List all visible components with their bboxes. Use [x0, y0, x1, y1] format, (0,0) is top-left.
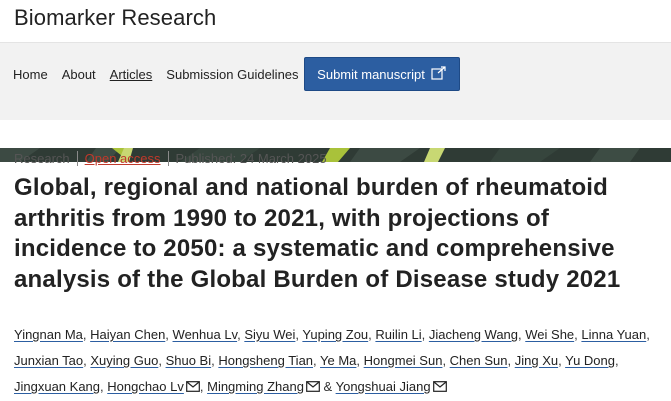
submit-manuscript-label: Submit manuscript	[317, 66, 425, 82]
author-link[interactable]: Wei She	[525, 327, 574, 342]
author-link[interactable]: Mingming Zhang	[207, 379, 304, 394]
author-link[interactable]: Jing Xu	[515, 353, 558, 368]
author-link[interactable]: Jiacheng Wang	[429, 327, 518, 342]
nav-submission-guidelines-link[interactable]: Submission Guidelines	[166, 67, 298, 82]
published-date: Published: 24 March 2025	[175, 151, 327, 166]
email-icon[interactable]	[185, 375, 200, 401]
author-link[interactable]: Yu Dong	[565, 353, 615, 368]
nav-links: Home About Articles Submission Guideline…	[13, 67, 299, 82]
journal-title[interactable]: Biomarker Research	[14, 5, 216, 31]
article-title: Global, regional and national burden of …	[14, 174, 621, 293]
nav-bar: Home About Articles Submission Guideline…	[0, 42, 671, 162]
author-link[interactable]: Hongsheng Tian	[218, 353, 313, 368]
author-link[interactable]: Yuping Zou	[302, 327, 368, 342]
open-access-link[interactable]: Open access	[85, 151, 161, 166]
author-link[interactable]: Linna Yuan	[581, 327, 646, 342]
meta-divider	[167, 151, 169, 166]
author-link[interactable]: Yongshuai Jiang	[336, 379, 431, 394]
email-icon[interactable]	[306, 375, 320, 401]
nav-about-link[interactable]: About	[62, 67, 96, 82]
email-icon[interactable]	[432, 375, 447, 401]
author-link[interactable]: Hongchao Lv	[107, 379, 184, 394]
author-link[interactable]: Ye Ma	[320, 353, 356, 368]
author-link[interactable]: Junxian Tao	[14, 353, 83, 368]
nav-home-link[interactable]: Home	[13, 67, 48, 82]
submit-manuscript-button[interactable]: Submit manuscript	[304, 57, 460, 91]
author-link[interactable]: Jingxuan Kang	[14, 379, 100, 394]
meta-divider	[76, 151, 78, 166]
author-link[interactable]: Hongmei Sun	[364, 353, 443, 368]
author-link[interactable]: Wenhua Lv	[173, 327, 238, 342]
author-link[interactable]: Yingnan Ma	[14, 327, 83, 342]
author-link[interactable]: Siyu Wei	[244, 327, 295, 342]
author-list: Yingnan Ma, Haiyan Chen, Wenhua Lv, Siyu…	[14, 322, 659, 401]
article-meta: Research Open access Published: 24 March…	[14, 151, 327, 166]
external-link-icon	[431, 65, 447, 83]
article-type: Research	[14, 151, 70, 166]
author-link[interactable]: Haiyan Chen	[90, 327, 165, 342]
author-link[interactable]: Ruilin Li	[375, 327, 421, 342]
author-link[interactable]: Shuo Bi	[166, 353, 212, 368]
author-link[interactable]: Xuying Guo	[90, 353, 158, 368]
author-link[interactable]: Chen Sun	[450, 353, 508, 368]
nav-articles-link[interactable]: Articles	[110, 67, 153, 82]
